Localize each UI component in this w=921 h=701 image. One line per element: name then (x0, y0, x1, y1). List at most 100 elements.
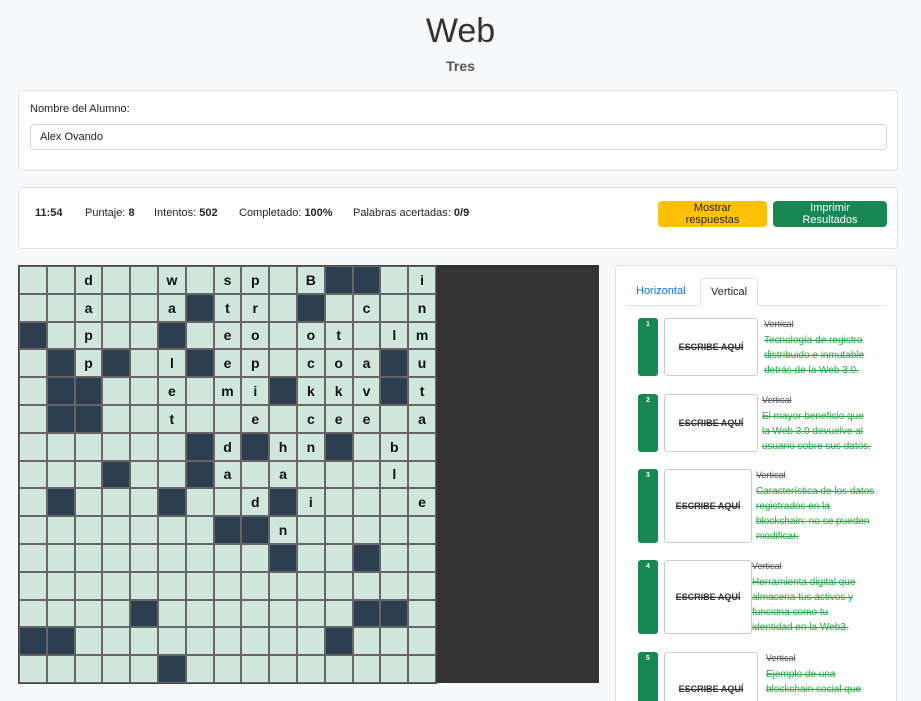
grid-cell[interactable] (74, 543, 103, 572)
grid-cell[interactable] (269, 404, 297, 433)
grid-cell[interactable] (380, 488, 409, 517)
grid-cell[interactable]: v (352, 377, 381, 405)
grid-cell[interactable] (157, 599, 186, 628)
grid-cell[interactable] (296, 599, 325, 628)
grid-cell[interactable]: t (324, 321, 353, 350)
grid-cell[interactable] (74, 460, 103, 489)
student-name-input[interactable] (30, 124, 887, 150)
grid-cell[interactable]: d (74, 266, 103, 294)
grid-cell[interactable] (185, 516, 214, 544)
grid-cell[interactable] (19, 349, 47, 378)
grid-cell[interactable] (130, 488, 158, 517)
grid-cell[interactable] (380, 266, 409, 294)
grid-cell[interactable] (130, 266, 158, 294)
grid-cell[interactable] (324, 543, 353, 572)
grid-cell[interactable] (185, 655, 214, 683)
grid-cell[interactable]: e (241, 404, 270, 433)
grid-cell[interactable] (102, 488, 131, 517)
grid-cell[interactable] (157, 543, 186, 572)
grid-cell[interactable]: n (408, 293, 436, 322)
grid-cell[interactable] (213, 543, 242, 572)
grid-cell[interactable] (102, 543, 131, 572)
grid-cell[interactable] (352, 627, 381, 656)
grid-cell[interactable] (157, 571, 186, 600)
grid-cell[interactable] (408, 571, 436, 600)
clue-answer-box[interactable]: ESCRIBE AQUÍ (664, 560, 752, 634)
grid-cell[interactable] (380, 627, 409, 656)
grid-cell[interactable] (46, 543, 75, 572)
grid-cell[interactable] (324, 655, 353, 683)
grid-cell[interactable] (213, 404, 242, 433)
grid-cell[interactable] (130, 516, 158, 544)
grid-cell[interactable]: l (380, 460, 409, 489)
grid-cell[interactable]: o (241, 321, 270, 350)
grid-cell[interactable] (102, 432, 131, 461)
grid-cell[interactable]: n (269, 516, 297, 544)
grid-cell[interactable] (352, 488, 381, 517)
grid-cell[interactable] (185, 404, 214, 433)
grid-cell[interactable] (19, 543, 47, 572)
grid-cell[interactable] (74, 516, 103, 544)
grid-cell[interactable]: m (213, 377, 242, 405)
grid-cell[interactable] (185, 571, 214, 600)
grid-cell[interactable] (19, 516, 47, 544)
grid-cell[interactable]: e (352, 404, 381, 433)
clue-answer-box[interactable]: ESCRIBE AQUÍ (664, 394, 758, 452)
grid-cell[interactable] (130, 655, 158, 683)
grid-cell[interactable] (296, 460, 325, 489)
grid-cell[interactable] (102, 404, 131, 433)
grid-cell[interactable]: e (213, 321, 242, 350)
grid-cell[interactable] (46, 266, 75, 294)
grid-cell[interactable] (102, 627, 131, 656)
grid-cell[interactable] (19, 432, 47, 461)
grid-cell[interactable] (324, 571, 353, 600)
grid-cell[interactable] (241, 543, 270, 572)
grid-cell[interactable] (130, 543, 158, 572)
grid-cell[interactable] (408, 627, 436, 656)
grid-cell[interactable]: m (408, 321, 436, 350)
grid-cell[interactable] (269, 321, 297, 350)
grid-cell[interactable] (74, 432, 103, 461)
grid-cell[interactable] (19, 599, 47, 628)
grid-cell[interactable] (46, 599, 75, 628)
grid-cell[interactable] (269, 349, 297, 378)
grid-cell[interactable] (157, 627, 186, 656)
grid-cell[interactable] (46, 571, 75, 600)
grid-cell[interactable]: c (352, 293, 381, 322)
grid-cell[interactable] (352, 321, 381, 350)
grid-cell[interactable]: B (296, 266, 325, 294)
grid-cell[interactable] (102, 377, 131, 405)
grid-cell[interactable]: e (324, 404, 353, 433)
grid-cell[interactable]: h (269, 432, 297, 461)
grid-cell[interactable] (241, 460, 270, 489)
grid-cell[interactable]: a (269, 460, 297, 489)
grid-cell[interactable] (46, 432, 75, 461)
grid-cell[interactable] (296, 543, 325, 572)
grid-cell[interactable] (213, 599, 242, 628)
grid-cell[interactable] (46, 293, 75, 322)
grid-cell[interactable] (19, 571, 47, 600)
grid-cell[interactable]: e (157, 377, 186, 405)
grid-cell[interactable] (185, 377, 214, 405)
grid-cell[interactable] (213, 655, 242, 683)
grid-cell[interactable]: i (241, 377, 270, 405)
grid-cell[interactable]: k (324, 377, 353, 405)
grid-cell[interactable] (213, 627, 242, 656)
grid-cell[interactable]: l (380, 321, 409, 350)
grid-cell[interactable] (46, 655, 75, 683)
grid-cell[interactable] (102, 516, 131, 544)
grid-cell[interactable] (352, 516, 381, 544)
grid-cell[interactable]: d (241, 488, 270, 517)
grid-cell[interactable] (157, 460, 186, 489)
grid-cell[interactable]: c (296, 349, 325, 378)
grid-cell[interactable] (269, 293, 297, 322)
grid-cell[interactable]: p (241, 349, 270, 378)
grid-cell[interactable]: e (213, 349, 242, 378)
grid-cell[interactable] (19, 404, 47, 433)
grid-cell[interactable] (408, 655, 436, 683)
grid-cell[interactable]: a (213, 460, 242, 489)
grid-cell[interactable]: r (241, 293, 270, 322)
grid-cell[interactable] (185, 488, 214, 517)
grid-cell[interactable] (296, 571, 325, 600)
grid-cell[interactable] (130, 571, 158, 600)
